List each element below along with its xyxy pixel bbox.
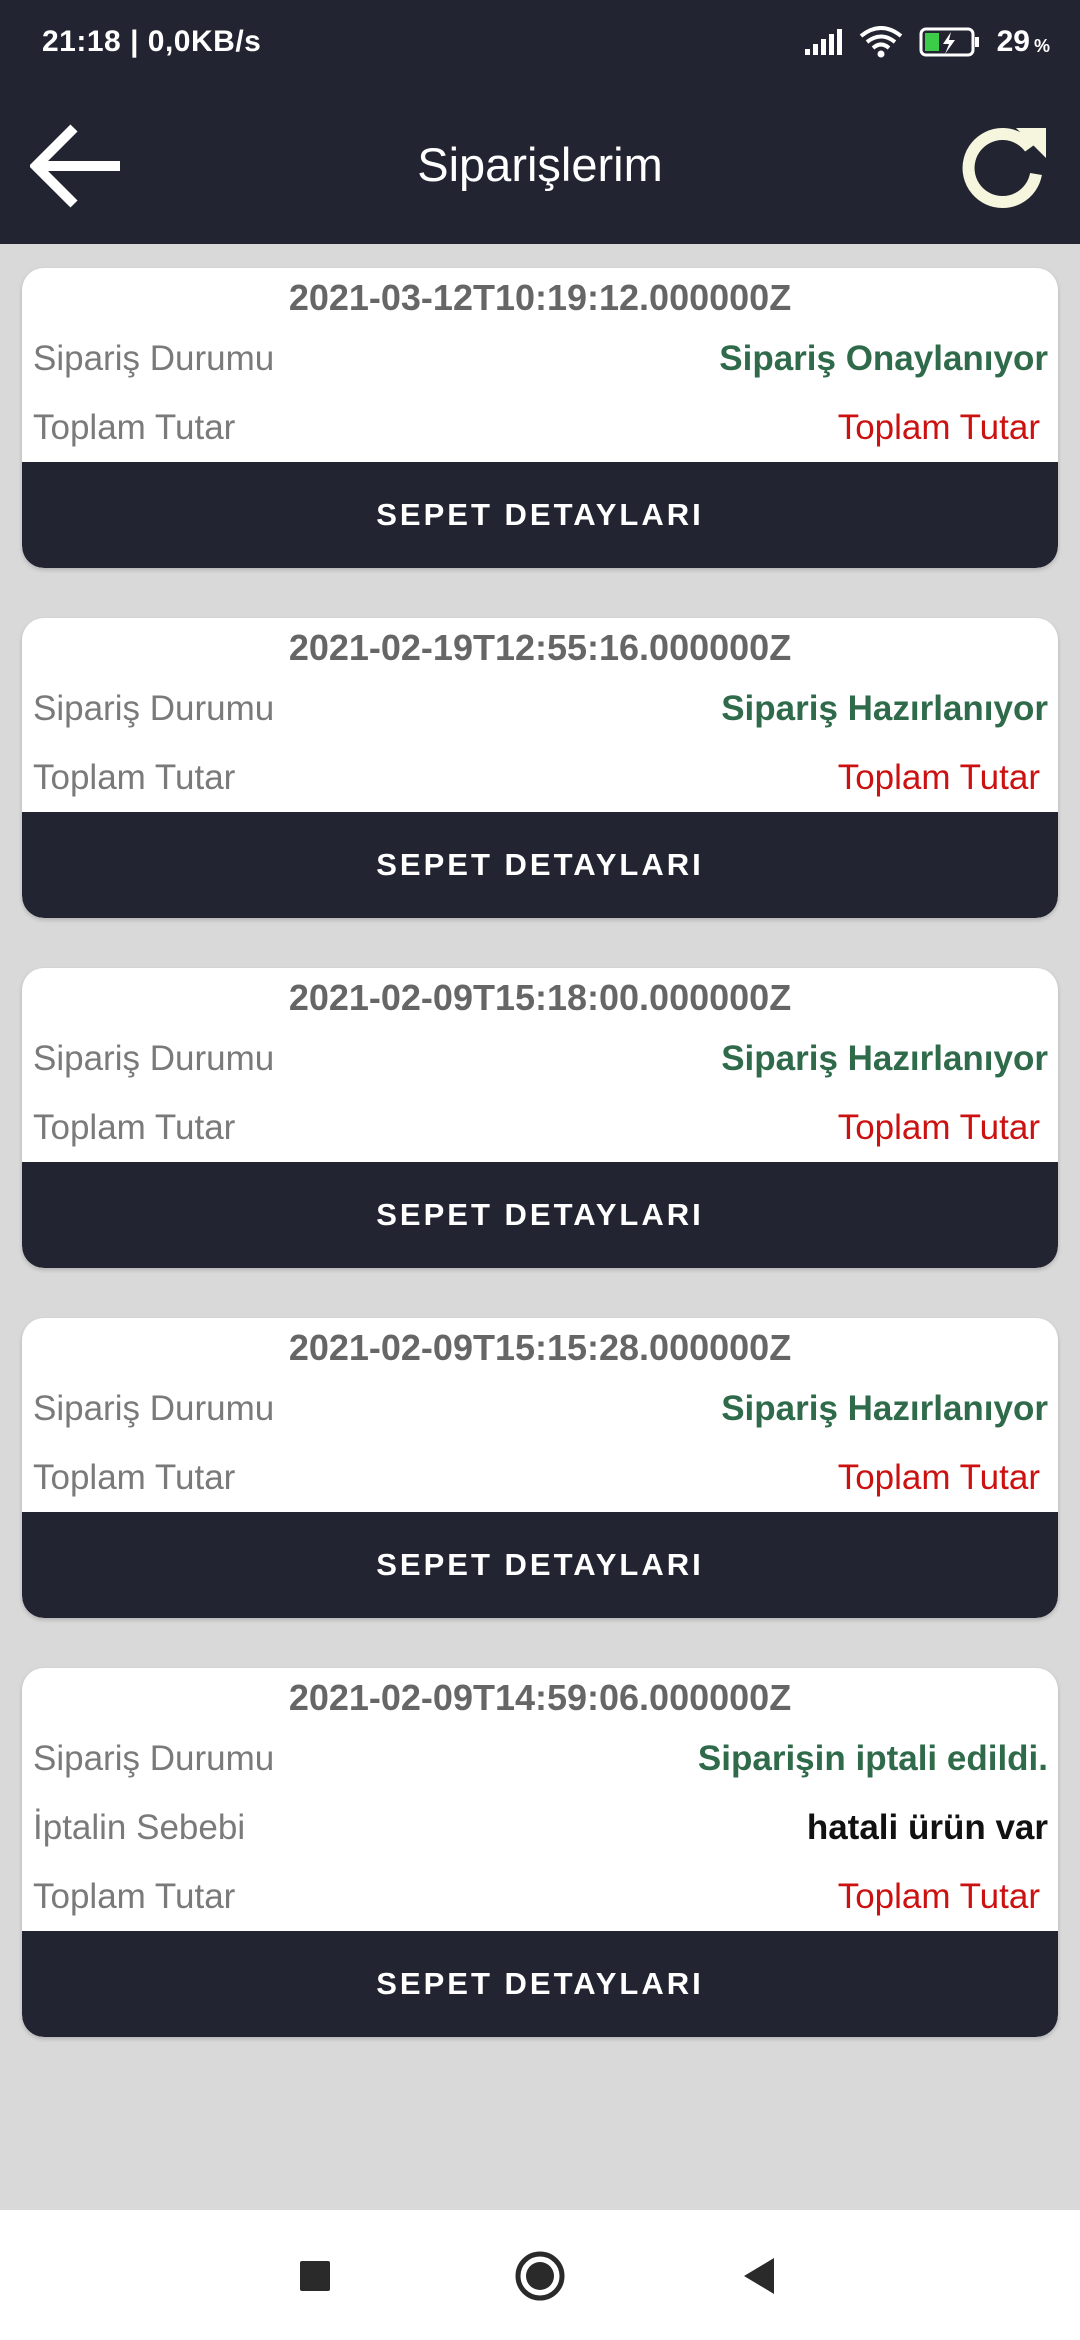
order-total-value: Toplam Tutar xyxy=(837,1876,1040,1916)
cart-details-button[interactable]: SEPET DETAYLARI xyxy=(22,1512,1058,1618)
percent-sign: % xyxy=(1033,35,1050,56)
battery-icon xyxy=(919,27,979,57)
order-status-row: Sipariş Durumu Sipariş Hazırlanıyor xyxy=(22,1024,1058,1093)
order-card: 2021-02-09T15:18:00.000000Z Sipariş Duru… xyxy=(22,968,1058,1268)
order-total-value: Toplam Tutar xyxy=(837,407,1040,447)
circle-icon xyxy=(515,2251,565,2301)
order-date: 2021-03-12T10:19:12.000000Z xyxy=(288,277,792,318)
order-status-value: Siparişin iptali edildi. xyxy=(697,1738,1048,1778)
back-button[interactable] xyxy=(28,122,126,210)
status-time-speed: 21:18 | 0,0KB/s xyxy=(42,25,262,58)
order-card: 2021-02-19T12:55:16.000000Z Sipariş Duru… xyxy=(22,618,1058,918)
order-status-value: Sipariş Hazırlanıyor xyxy=(721,688,1048,728)
refresh-button[interactable] xyxy=(954,118,1050,214)
page-title: Siparişlerim xyxy=(417,137,663,191)
home-button[interactable] xyxy=(510,2246,570,2306)
order-status-label: Sipariş Durumu xyxy=(33,1738,275,1778)
order-list: 2021-03-12T10:19:12.000000Z Sipariş Duru… xyxy=(0,244,1080,2210)
order-total-label: Toplam Tutar xyxy=(33,1457,236,1497)
order-status-label: Sipariş Durumu xyxy=(33,1038,275,1078)
order-status-row: Sipariş Durumu Sipariş Hazırlanıyor xyxy=(22,674,1058,743)
order-total-row: Toplam Tutar Toplam Tutar xyxy=(22,1862,1058,1931)
arrow-left-icon xyxy=(28,124,120,208)
order-date: 2021-02-09T15:15:28.000000Z xyxy=(288,1327,792,1368)
app-bar: Siparişlerim xyxy=(0,84,1080,244)
order-total-row: Toplam Tutar Toplam Tutar xyxy=(22,743,1058,812)
cancel-reason-row: İptalin Sebebi hatali ürün var xyxy=(22,1793,1058,1862)
order-status-row: Sipariş Durumu Sipariş Onaylanıyor xyxy=(22,324,1058,393)
cancel-reason-label: İptalin Sebebi xyxy=(33,1807,246,1847)
order-total-label: Toplam Tutar xyxy=(33,1876,236,1916)
square-icon xyxy=(300,2261,330,2291)
order-total-label: Toplam Tutar xyxy=(33,1107,236,1147)
order-status-value: Sipariş Onaylanıyor xyxy=(719,338,1048,378)
battery-percent: 29 xyxy=(996,25,1030,58)
cart-details-button[interactable]: SEPET DETAYLARI xyxy=(22,812,1058,918)
order-status-value: Sipariş Hazırlanıyor xyxy=(721,1388,1048,1428)
order-total-value: Toplam Tutar xyxy=(837,757,1040,797)
order-card: 2021-02-09T15:15:28.000000Z Sipariş Duru… xyxy=(22,1318,1058,1618)
order-total-value: Toplam Tutar xyxy=(837,1107,1040,1147)
order-card: 2021-03-12T10:19:12.000000Z Sipariş Duru… xyxy=(22,268,1058,568)
order-total-row: Toplam Tutar Toplam Tutar xyxy=(22,393,1058,462)
order-total-value: Toplam Tutar xyxy=(837,1457,1040,1497)
order-status-label: Sipariş Durumu xyxy=(33,688,275,728)
cart-details-button[interactable]: SEPET DETAYLARI xyxy=(22,462,1058,568)
order-date: 2021-02-09T14:59:06.000000Z xyxy=(288,1677,792,1718)
order-card: 2021-02-09T14:59:06.000000Z Sipariş Duru… xyxy=(22,1668,1058,2037)
status-bar: 21:18 | 0,0KB/s 29 % xyxy=(0,0,1080,84)
refresh-icon xyxy=(962,128,1046,209)
order-status-label: Sipariş Durumu xyxy=(33,338,275,378)
recents-button[interactable] xyxy=(285,2246,345,2306)
order-total-row: Toplam Tutar Toplam Tutar xyxy=(22,1093,1058,1162)
cancel-reason-value: hatali ürün var xyxy=(806,1807,1048,1847)
signal-icon xyxy=(804,29,842,55)
status-icons: 29 % xyxy=(803,25,1050,59)
order-total-label: Toplam Tutar xyxy=(33,407,236,447)
order-date: 2021-02-09T15:18:00.000000Z xyxy=(288,977,792,1018)
order-status-row: Sipariş Durumu Siparişin iptali edildi. xyxy=(22,1724,1058,1793)
triangle-back-icon xyxy=(744,2258,774,2294)
order-total-label: Toplam Tutar xyxy=(33,757,236,797)
order-total-row: Toplam Tutar Toplam Tutar xyxy=(22,1443,1058,1512)
cart-details-button[interactable]: SEPET DETAYLARI xyxy=(22,1162,1058,1268)
cart-details-button[interactable]: SEPET DETAYLARI xyxy=(22,1931,1058,2037)
system-back-button[interactable] xyxy=(730,2246,790,2306)
wifi-icon xyxy=(859,26,902,58)
order-status-label: Sipariş Durumu xyxy=(33,1388,275,1428)
order-status-value: Sipariş Hazırlanıyor xyxy=(721,1038,1048,1078)
order-date: 2021-02-19T12:55:16.000000Z xyxy=(288,627,792,668)
order-status-row: Sipariş Durumu Sipariş Hazırlanıyor xyxy=(22,1374,1058,1443)
system-nav-bar xyxy=(0,2210,1080,2340)
